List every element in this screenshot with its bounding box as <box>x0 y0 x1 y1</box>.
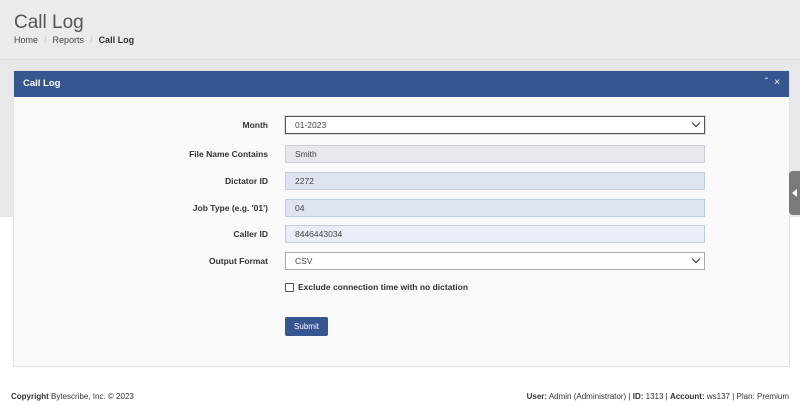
exclude-checkbox-row: Exclude connection time with no dictatio… <box>285 282 468 292</box>
side-panel-toggle[interactable] <box>789 171 800 215</box>
chevron-down-icon <box>691 254 701 264</box>
output-format-label: Output Format <box>208 256 268 266</box>
output-format-value: CSV <box>295 256 313 266</box>
breadcrumb-current: Call Log <box>98 35 135 45</box>
call-log-panel: Call Log ˆ × Month 01-2023 File Name Con… <box>14 71 789 366</box>
file-name-label: File Name Contains <box>189 149 268 159</box>
caller-id-input[interactable]: 8446443034 <box>285 225 705 243</box>
id-label: ID: <box>632 392 644 401</box>
chevron-down-icon <box>691 118 701 128</box>
close-icon[interactable]: × <box>774 77 780 89</box>
copyright-label: Copyright <box>11 392 49 401</box>
job-type-row: Job Type (e.g. '01') 04 <box>14 199 789 219</box>
account-value: ws137 <box>706 392 730 401</box>
caller-id-row: Caller ID 8446443034 <box>14 225 789 245</box>
breadcrumb: Home / Reports / Call Log <box>14 35 134 45</box>
month-label: Month <box>242 120 269 130</box>
job-type-input[interactable]: 04 <box>285 199 705 217</box>
footer-user-info: User: Admin (Administrator) | ID: 1313 |… <box>526 392 789 401</box>
footer-copyright: Copyright Bytescribe, Inc. © 2023 <box>11 392 134 401</box>
account-label: Account: <box>669 392 705 401</box>
user-value: Admin (Administrator) <box>548 392 627 401</box>
panel-title: Call Log <box>23 78 61 89</box>
submit-button[interactable]: Submit <box>285 317 328 336</box>
breadcrumb-separator: / <box>44 35 47 45</box>
dictator-id-row: Dictator ID 2272 <box>14 172 789 192</box>
month-value: 01-2023 <box>295 120 327 130</box>
id-value: 1313 <box>645 392 664 401</box>
collapse-icon[interactable]: ˆ <box>765 77 768 89</box>
copyright-text: Bytescribe, Inc. © 2023 <box>51 392 134 401</box>
exclude-checkbox[interactable] <box>285 282 294 292</box>
plan-value: Premium <box>756 392 789 401</box>
breadcrumb-reports[interactable]: Reports <box>53 35 85 45</box>
page-header: Call Log Home / Reports / Call Log <box>0 0 800 60</box>
panel-heading: Call Log ˆ × <box>14 71 789 97</box>
job-type-label: Job Type (e.g. '01') <box>192 203 268 213</box>
dictator-id-label: Dictator ID <box>225 176 268 186</box>
footer: Copyright Bytescribe, Inc. © 2023 User: … <box>0 386 800 406</box>
exclude-checkbox-label[interactable]: Exclude connection time with no dictatio… <box>298 282 468 292</box>
output-format-select[interactable]: CSV <box>285 252 705 270</box>
month-select[interactable]: 01-2023 <box>285 116 705 134</box>
breadcrumb-separator: / <box>90 35 93 45</box>
breadcrumb-home[interactable]: Home <box>14 35 38 45</box>
output-format-row: Output Format CSV <box>14 252 789 272</box>
month-row: Month 01-2023 <box>14 116 789 136</box>
dictator-id-input[interactable]: 2272 <box>285 172 705 190</box>
panel-tools: ˆ × <box>765 77 780 89</box>
file-name-row: File Name Contains Smith <box>14 145 789 165</box>
caller-id-label: Caller ID <box>233 229 269 239</box>
file-name-input[interactable]: Smith <box>285 145 705 163</box>
user-label: User: <box>526 392 548 401</box>
page-title: Call Log <box>14 12 84 33</box>
chevron-left-icon <box>792 189 797 197</box>
plan-label: Plan: <box>736 392 755 401</box>
